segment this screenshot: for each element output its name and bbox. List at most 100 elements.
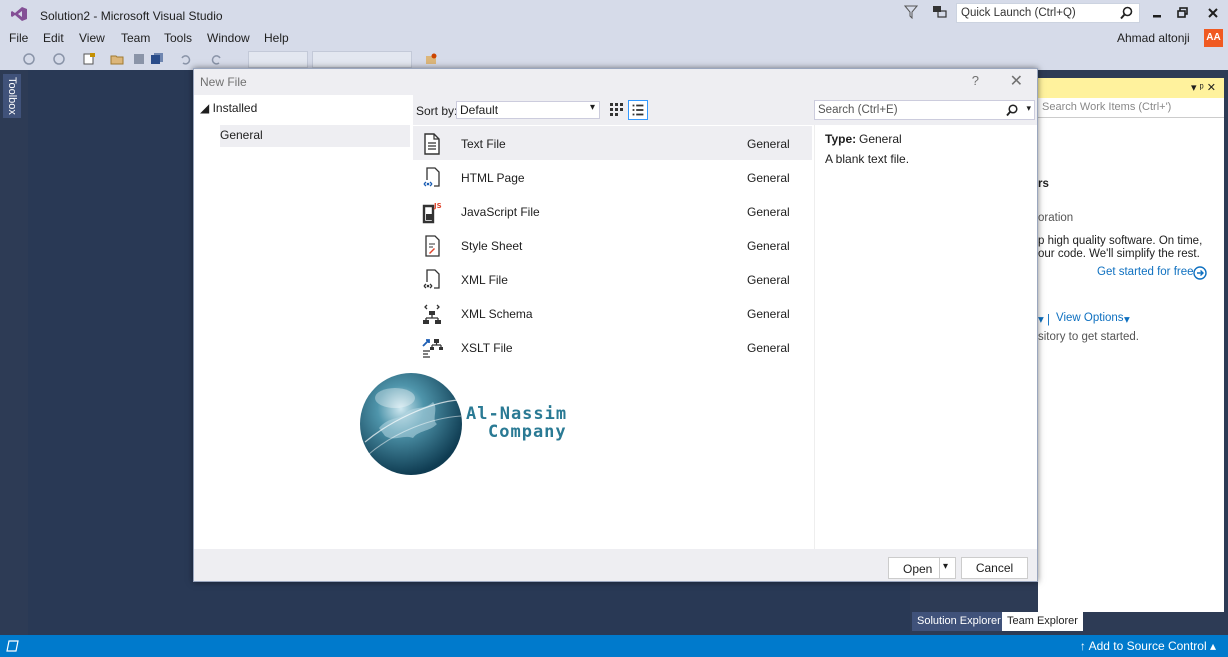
back-icon[interactable]	[22, 52, 36, 66]
pane-controls[interactable]: ▾ ᵖ ✕	[1191, 81, 1216, 94]
xslt-file-icon	[422, 339, 443, 358]
attach-icon[interactable]	[424, 52, 438, 66]
save-all-icon[interactable]	[150, 52, 164, 66]
undo-icon[interactable]	[178, 52, 192, 66]
xml-schema-icon	[423, 304, 441, 324]
tree-node-installed-label: Installed	[212, 101, 258, 115]
toolbox-strip	[0, 70, 26, 635]
quick-launch-placeholder: Quick Launch (Ctrl+Q)	[961, 7, 1076, 19]
minimize-button[interactable]	[1148, 5, 1166, 21]
tab-team-explorer[interactable]: Team Explorer	[1002, 612, 1083, 631]
xml-file-icon	[422, 269, 440, 290]
restore-button[interactable]	[1174, 5, 1192, 21]
menu-edit[interactable]: Edit	[43, 31, 64, 45]
title-bar: Solution2 - Microsoft Visual Studio Quic…	[0, 0, 1228, 28]
template-item-html-page[interactable]: HTML Page General	[413, 160, 812, 194]
menu-window[interactable]: Window	[207, 31, 250, 45]
template-item-javascript-file[interactable]: JS JavaScript File General	[413, 194, 812, 228]
view-options-chevron-icon[interactable]: ▾	[1124, 312, 1130, 326]
template-name: HTML Page	[461, 171, 525, 185]
account-name[interactable]: Ahmad altonji	[1117, 31, 1190, 45]
view-options-link[interactable]: View Options	[1056, 312, 1124, 324]
arrow-right-circle-icon[interactable]	[1193, 266, 1207, 280]
open-button[interactable]: Open ▾	[888, 557, 956, 579]
template-name: Style Sheet	[461, 239, 523, 253]
text-file-icon	[424, 133, 440, 155]
template-list: Text File General HTML Page General JS J…	[413, 125, 814, 549]
new-file-dialog: New File ? ✕ ◢ Installed General Sort by…	[193, 68, 1038, 582]
search-icon	[1120, 6, 1133, 20]
template-search-input[interactable]: Search (Ctrl+E) ▾	[814, 100, 1035, 120]
small-icons-view-icon[interactable]	[607, 100, 625, 118]
chevron-down-icon: ▾	[589, 102, 595, 113]
template-name: XML Schema	[461, 307, 533, 321]
sort-by-label: Sort by:	[416, 104, 458, 118]
template-item-style-sheet[interactable]: Style Sheet General	[413, 228, 812, 262]
template-category: General	[747, 273, 790, 287]
watermark-line-1: Al-Nassim	[466, 404, 568, 424]
template-category: General	[747, 171, 790, 185]
split-divider	[939, 558, 940, 578]
tree-node-general[interactable]: General	[220, 125, 410, 147]
get-started-link[interactable]: Get started for free	[1097, 266, 1194, 278]
menu-file[interactable]: File	[9, 31, 28, 45]
template-category: General	[747, 205, 790, 219]
close-dialog-button[interactable]: ✕	[1010, 71, 1023, 91]
template-item-xml-file[interactable]: XML File General	[413, 262, 812, 296]
template-item-xslt-file[interactable]: XSLT File General	[413, 330, 812, 364]
cancel-button[interactable]: Cancel	[961, 557, 1028, 579]
html-page-icon	[422, 167, 440, 188]
open-file-icon[interactable]	[110, 52, 124, 66]
save-icon[interactable]	[132, 52, 146, 66]
output-window-icon[interactable]	[6, 640, 19, 652]
status-bar: ↑ Add to Source Control ▴	[0, 635, 1228, 657]
help-button[interactable]: ?	[972, 73, 979, 88]
globe-logo-icon	[360, 373, 462, 475]
redo-icon[interactable]	[210, 52, 224, 66]
search-options-chevron-icon[interactable]: ▾	[1026, 103, 1031, 114]
style-sheet-icon	[425, 235, 440, 257]
template-category: General	[747, 239, 790, 253]
template-category: General	[747, 137, 790, 151]
menu-view[interactable]: View	[79, 31, 105, 45]
close-window-button[interactable]	[1204, 5, 1222, 21]
feedback-icon[interactable]	[932, 5, 948, 19]
open-with-chevron-icon[interactable]: ▾	[943, 561, 948, 572]
standard-toolbar	[0, 48, 1228, 70]
template-item-xml-schema[interactable]: XML Schema General	[413, 296, 812, 330]
menu-help[interactable]: Help	[264, 31, 289, 45]
menu-bar: File Edit View Team Tools Window Help	[0, 28, 1228, 48]
avatar[interactable]: AA	[1204, 29, 1223, 47]
notification-filter-icon[interactable]	[904, 5, 918, 19]
window-title: Solution2 - Microsoft Visual Studio	[40, 9, 223, 23]
work-items-search-input[interactable]: Search Work Items (Ctrl+')	[1038, 98, 1224, 118]
work-items-search-placeholder: Search Work Items (Ctrl+')	[1042, 101, 1172, 113]
quick-launch-input[interactable]: Quick Launch (Ctrl+Q)	[956, 3, 1140, 23]
menu-team[interactable]: Team	[121, 31, 150, 45]
team-explorer-heading-fragment: rs	[1038, 178, 1049, 190]
source-control-label: Add to Source Control	[1088, 639, 1207, 653]
template-description: A blank text file.	[825, 152, 910, 166]
type-label: Type:	[825, 132, 857, 146]
template-name: JavaScript File	[461, 205, 540, 219]
template-category: General	[747, 307, 790, 321]
svg-text:JS: JS	[433, 202, 442, 210]
template-tree: ◢ Installed General	[194, 95, 413, 549]
list-view-icon[interactable]	[628, 100, 648, 120]
add-to-source-control[interactable]: ↑ Add to Source Control ▴	[1080, 639, 1216, 653]
team-explorer-subheading-fragment: oration	[1038, 212, 1074, 224]
team-explorer-promo-line2: our code. We'll simplify the rest.	[1038, 248, 1200, 260]
configuration-dropdown[interactable]	[248, 51, 308, 68]
tree-node-installed[interactable]: ◢ Installed	[200, 101, 257, 115]
forward-icon[interactable]	[52, 52, 66, 66]
tab-solution-explorer[interactable]: Solution Explorer	[912, 612, 1006, 631]
dropdown-arrow-icon[interactable]: ▾ |	[1038, 312, 1050, 326]
sort-by-dropdown[interactable]: Default ▾	[456, 101, 600, 119]
platform-dropdown[interactable]	[312, 51, 412, 68]
team-explorer-body	[1038, 98, 1224, 612]
template-item-text-file[interactable]: Text File General	[413, 126, 812, 160]
team-explorer-header: ▾ ᵖ ✕	[1038, 78, 1224, 98]
new-project-icon[interactable]	[82, 52, 96, 66]
toolbox-label[interactable]: Toolbox	[3, 74, 21, 118]
menu-tools[interactable]: Tools	[164, 31, 192, 45]
